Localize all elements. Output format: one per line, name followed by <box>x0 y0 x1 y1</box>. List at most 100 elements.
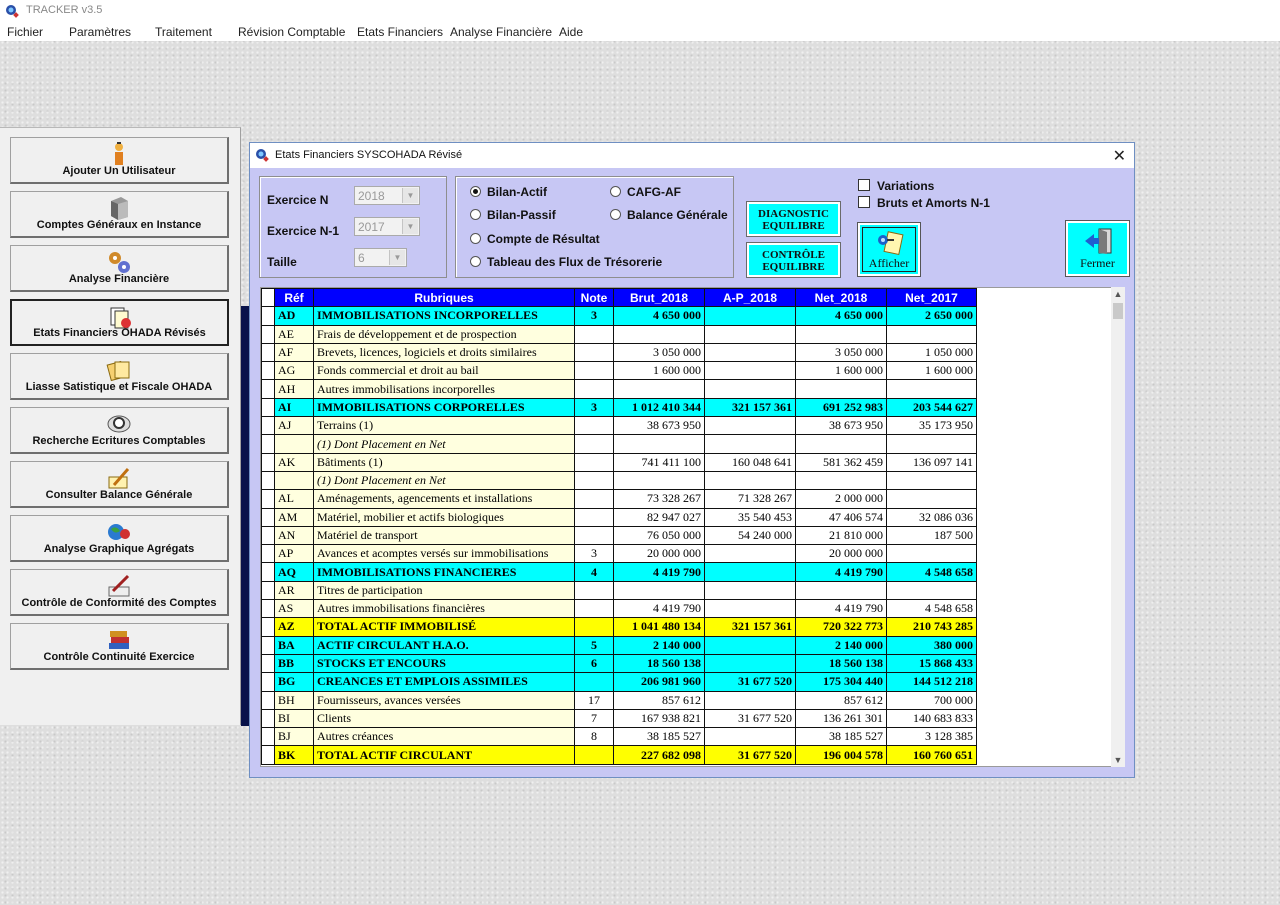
radio-balance-generale[interactable]: Balance Générale <box>610 208 728 222</box>
table-row[interactable]: AD IMMOBILISATIONS INCORPORELLES 3 4 650 00… <box>261 306 977 326</box>
cell-net17[interactable]: 4 548 658 <box>886 599 977 619</box>
cell-ap[interactable]: 31 677 520 <box>704 745 796 765</box>
cell-net18[interactable]: 3 050 000 <box>795 342 887 363</box>
cell-note[interactable]: 8 <box>574 727 614 747</box>
cell-rub[interactable]: IMMOBILISATIONS INCORPORELLES <box>313 306 575 326</box>
cell-net17[interactable] <box>886 544 977 564</box>
cell-brut[interactable]: 167 938 821 <box>613 708 705 729</box>
cell-rub[interactable]: Aménagements, agencements et installatio… <box>313 489 575 509</box>
cell-net18[interactable] <box>795 379 887 399</box>
cell-rub[interactable]: TOTAL ACTIF IMMOBILISÉ <box>313 617 575 637</box>
cell-net18[interactable]: 581 362 459 <box>795 452 887 472</box>
variations-checkbox[interactable]: Variations <box>858 179 934 193</box>
cell-net17[interactable] <box>886 489 977 509</box>
cell-net18[interactable]: 21 810 000 <box>795 525 887 546</box>
cell-ref[interactable]: BK <box>274 745 314 765</box>
cell-net17[interactable] <box>886 434 977 454</box>
cell-rub[interactable]: Matériel de transport <box>313 525 575 546</box>
cell-net18[interactable] <box>795 324 887 344</box>
cell-ap[interactable]: 71 328 267 <box>704 489 796 509</box>
cell-net17[interactable] <box>886 324 977 344</box>
nav-controle-continuite-button[interactable]: Contrôle Continuité Exercice <box>10 623 229 670</box>
row-selector[interactable] <box>261 507 275 527</box>
cell-ref[interactable] <box>274 470 314 491</box>
table-row[interactable]: AQ IMMOBILISATIONS FINANCIERES 4 4 419 790 4… <box>261 562 977 582</box>
cell-net18[interactable]: 38 673 950 <box>795 416 887 436</box>
row-selector[interactable] <box>261 672 275 692</box>
cell-ref[interactable]: AN <box>274 525 314 546</box>
cell-net18[interactable]: 2 000 000 <box>795 489 887 509</box>
cell-net17[interactable] <box>886 470 977 491</box>
cell-brut[interactable]: 20 000 000 <box>613 544 705 564</box>
cell-net17[interactable]: 160 760 651 <box>886 745 977 765</box>
cell-ap[interactable]: 31 677 520 <box>704 672 796 692</box>
cell-note[interactable] <box>574 580 614 601</box>
cell-note[interactable]: 3 <box>574 544 614 564</box>
cell-net17[interactable]: 15 868 433 <box>886 653 977 674</box>
cell-brut[interactable] <box>613 324 705 344</box>
cell-ap[interactable] <box>704 342 796 363</box>
cell-brut[interactable]: 741 411 100 <box>613 452 705 472</box>
cell-net17[interactable]: 1 050 000 <box>886 342 977 363</box>
cell-rub[interactable]: Terrains (1) <box>313 416 575 436</box>
table-row[interactable]: AS Autres immobilisations financières 4 41… <box>261 599 977 619</box>
cell-net18[interactable]: 175 304 440 <box>795 672 887 692</box>
cell-brut[interactable]: 4 650 000 <box>613 306 705 326</box>
cell-ref[interactable]: AL <box>274 489 314 509</box>
cell-brut[interactable]: 1 600 000 <box>613 361 705 381</box>
nav-analyse-financiere-button[interactable]: Analyse Financière <box>10 245 229 292</box>
row-selector[interactable] <box>261 599 275 619</box>
controle-equilibre-button[interactable]: CONTRÔLE EQUILIBRE <box>746 242 841 278</box>
cell-note[interactable] <box>574 507 614 527</box>
cell-rub[interactable]: STOCKS ET ENCOURS <box>313 653 575 674</box>
cell-ref[interactable]: BB <box>274 653 314 674</box>
row-selector[interactable] <box>261 544 275 564</box>
table-row[interactable]: BJ Autres créances 8 38 185 527 38 185 527 3 … <box>261 727 977 747</box>
cell-ref[interactable]: AH <box>274 379 314 399</box>
row-selector[interactable] <box>261 708 275 729</box>
cell-ap[interactable] <box>704 580 796 601</box>
cell-ap[interactable] <box>704 544 796 564</box>
cell-net18[interactable]: 136 261 301 <box>795 708 887 729</box>
nav-analyse-graphique-button[interactable]: Analyse Graphique Agrégats <box>10 515 229 562</box>
cell-net18[interactable]: 4 419 790 <box>795 562 887 582</box>
cell-brut[interactable]: 76 050 000 <box>613 525 705 546</box>
row-selector[interactable] <box>261 727 275 747</box>
cell-rub[interactable]: Bâtiments (1) <box>313 452 575 472</box>
cell-ref[interactable]: AR <box>274 580 314 601</box>
cell-rub[interactable]: (1) Dont Placement en Net <box>313 434 575 454</box>
row-selector[interactable] <box>261 580 275 601</box>
cell-net18[interactable] <box>795 434 887 454</box>
cell-brut[interactable]: 3 050 000 <box>613 342 705 363</box>
cell-ref[interactable]: AZ <box>274 617 314 637</box>
row-selector[interactable] <box>261 470 275 491</box>
cell-ap[interactable] <box>704 562 796 582</box>
menu-parametres[interactable]: Paramètres <box>69 25 131 39</box>
cell-ap[interactable] <box>704 361 796 381</box>
row-selector[interactable] <box>261 745 275 765</box>
scroll-up-icon[interactable]: ▲ <box>1111 287 1125 301</box>
cell-net18[interactable]: 720 322 773 <box>795 617 887 637</box>
nav-comptes-generaux-button[interactable]: Comptes Généraux en Instance <box>10 191 229 238</box>
close-icon[interactable]: ✕ <box>1113 146 1126 166</box>
cell-net18[interactable]: 20 000 000 <box>795 544 887 564</box>
cell-note[interactable] <box>574 672 614 692</box>
cell-ref[interactable]: BJ <box>274 727 314 747</box>
cell-ref[interactable]: AJ <box>274 416 314 436</box>
cell-ap[interactable]: 54 240 000 <box>704 525 796 546</box>
cell-note[interactable]: 3 <box>574 397 614 418</box>
cell-ref[interactable]: AD <box>274 306 314 326</box>
cell-net17[interactable]: 136 097 141 <box>886 452 977 472</box>
cell-net18[interactable]: 857 612 <box>795 690 887 710</box>
cell-ref[interactable]: BI <box>274 708 314 729</box>
row-selector[interactable] <box>261 525 275 546</box>
cell-net18[interactable]: 2 140 000 <box>795 635 887 655</box>
cell-note[interactable] <box>574 379 614 399</box>
cell-net18[interactable]: 38 185 527 <box>795 727 887 747</box>
cell-rub[interactable]: IMMOBILISATIONS FINANCIERES <box>313 562 575 582</box>
row-selector[interactable] <box>261 562 275 582</box>
cell-ap[interactable]: 321 157 361 <box>704 397 796 418</box>
cell-ref[interactable]: BA <box>274 635 314 655</box>
cell-net17[interactable]: 187 500 <box>886 525 977 546</box>
cell-net18[interactable]: 196 004 578 <box>795 745 887 765</box>
